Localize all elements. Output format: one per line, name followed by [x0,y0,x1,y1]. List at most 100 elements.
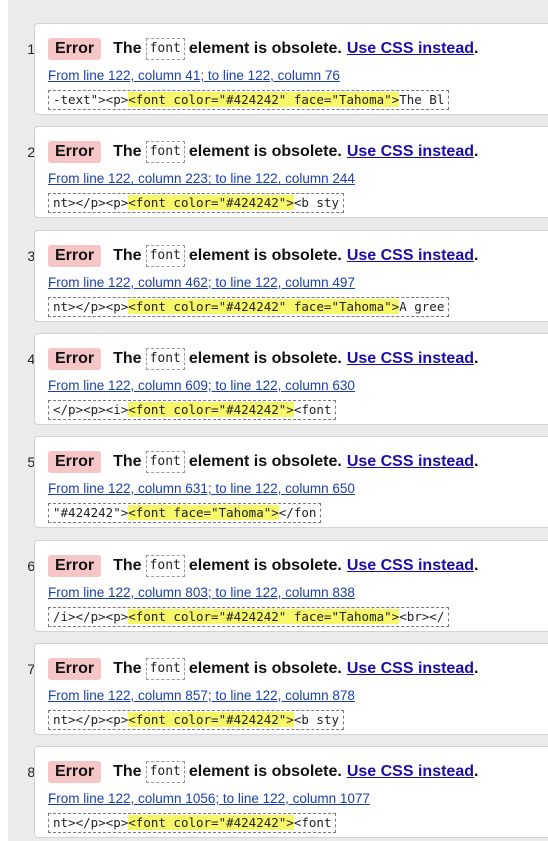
element-code: font [145,761,185,784]
error-headline: Error The font element is obsolete. Use … [48,346,478,372]
use-css-link[interactable]: Use CSS instead [347,143,474,161]
message-period: . [473,659,479,677]
location-link[interactable]: From line 122, column 1056; to line 122,… [48,791,370,806]
message-text: element is obsolete. [188,453,342,471]
error-message-item: 7. Error The font element is obsolete. U… [0,628,548,735]
extract-after: <br></ [399,608,445,624]
extract-before: </p><p><i> [53,401,129,417]
error-badge: Error [48,244,102,267]
location-link[interactable]: From line 122, column 803; to line 122, … [48,585,355,600]
error-badge: Error [48,451,102,474]
location-link[interactable]: From line 122, column 631; to line 122, … [48,481,355,496]
location-link[interactable]: From line 122, column 609; to line 122, … [48,378,355,393]
error-badge: Error [48,38,102,60]
location-link[interactable]: From line 122, column 41; to line 122, c… [48,68,340,83]
message-period: . [473,453,479,471]
error-headline: Error The font element is obsolete. Use … [48,243,478,269]
extract-after: The Bl [399,92,445,107]
extract-before: nt></p><p> [53,815,129,831]
error-card: Error The font element is obsolete. Use … [34,746,548,839]
error-badge: Error [48,141,102,164]
error-badge: Error [48,347,102,370]
extract-highlight: <font color="#424242" face="Tahoma"> [128,608,400,624]
extract-after: <b sty [293,711,339,727]
use-css-link[interactable]: Use CSS instead [347,350,474,368]
use-css-link[interactable]: Use CSS instead [347,40,474,58]
extract-before: /i></p><p> [53,608,129,624]
message-period: . [473,556,479,574]
extract-before: nt></p><p> [53,195,129,211]
error-badge: Error [48,554,102,577]
extract-before: -text"><p> [53,92,129,107]
error-message-item: 2. Error The font element is obsolete. U… [0,111,548,219]
extract-before: "#424242"> [53,505,129,521]
element-code: font [145,38,185,60]
error-headline: Error The font element is obsolete. Use … [48,656,478,682]
source-extract: /i></p><p><font color="#424242" face="Ta… [48,606,450,627]
source-extract: nt></p><p><font color="#424242"><b sty [48,709,344,730]
error-card: Error The font element is obsolete. Use … [34,436,548,529]
element-code: font [145,141,185,164]
extract-highlight: <font color="#424242"> [128,195,294,211]
extract-highlight: <font color="#424242"> [128,401,294,417]
error-card: Error The font element is obsolete. Use … [34,229,548,322]
message-prefix: The [113,143,142,161]
use-css-link[interactable]: Use CSS instead [347,247,474,265]
error-headline: Error The font element is obsolete. Use … [48,759,478,785]
use-css-link[interactable]: Use CSS instead [347,763,474,781]
error-message-item: 5. Error The font element is obsolete. U… [0,421,548,529]
location-link[interactable]: From line 122, column 223; to line 122, … [48,171,355,186]
extract-highlight: <font color="#424242"> [128,815,294,831]
error-card: Error The font element is obsolete. Use … [34,126,548,219]
error-headline: Error The font element is obsolete. Use … [48,449,478,475]
message-prefix: The [113,659,142,677]
source-extract: nt></p><p><font color="#424242" face="Ta… [48,296,450,317]
error-card: Error The font element is obsolete. Use … [34,642,548,735]
location-link[interactable]: From line 122, column 462; to line 122, … [48,275,355,290]
message-period: . [473,40,479,57]
error-headline: Error The font element is obsolete. Use … [48,553,478,579]
use-css-link[interactable]: Use CSS instead [347,453,474,471]
source-extract: "#424242"><font face="Tahoma"></fon [48,503,322,524]
message-period: . [473,246,479,264]
element-code: font [145,347,185,370]
message-text: element is obsolete. [188,246,342,264]
message-period: . [473,349,479,367]
message-prefix: The [113,763,142,781]
message-text: element is obsolete. [188,556,342,574]
message-prefix: The [113,40,142,57]
message-prefix: The [113,246,142,264]
extract-after: </fon [278,505,317,521]
extract-after: A gree [399,298,445,314]
location-link[interactable]: From line 122, column 857; to line 122, … [48,688,355,703]
extract-after: <font [293,401,332,417]
message-prefix: The [113,349,142,367]
element-code: font [145,554,185,577]
message-text: element is obsolete. [188,349,342,367]
error-message-item: 3. Error The font element is obsolete. U… [0,215,548,322]
error-card: Error The font element is obsolete. Use … [34,23,548,115]
error-badge: Error [48,761,102,784]
message-prefix: The [113,453,142,471]
extract-after: <font [293,815,332,831]
message-text: element is obsolete. [188,763,342,781]
error-headline: Error The font element is obsolete. Use … [48,36,478,62]
message-period: . [473,763,479,781]
extract-highlight: <font color="#424242" face="Tahoma"> [128,92,400,107]
error-message-item: 1. Error The font element is obsolete. U… [0,8,548,115]
error-message-item: 4. Error The font element is obsolete. U… [0,318,548,425]
message-text: element is obsolete. [188,40,342,57]
extract-before: nt></p><p> [53,298,129,314]
source-extract: -text"><p><font color="#424242" face="Ta… [48,90,450,110]
error-card: Error The font element is obsolete. Use … [34,332,548,425]
error-card: Error The font element is obsolete. Use … [34,539,548,632]
use-css-link[interactable]: Use CSS instead [347,660,474,678]
element-code: font [145,657,185,680]
message-text: element is obsolete. [188,659,342,677]
extract-highlight: <font color="#424242"> [128,711,294,727]
extract-before: nt></p><p> [53,711,129,727]
error-headline: Error The font element is obsolete. Use … [48,139,478,165]
use-css-link[interactable]: Use CSS instead [347,557,474,575]
source-extract: nt></p><p><font color="#424242"><font [48,813,337,834]
source-extract: nt></p><p><font color="#424242"><b sty [48,193,344,214]
